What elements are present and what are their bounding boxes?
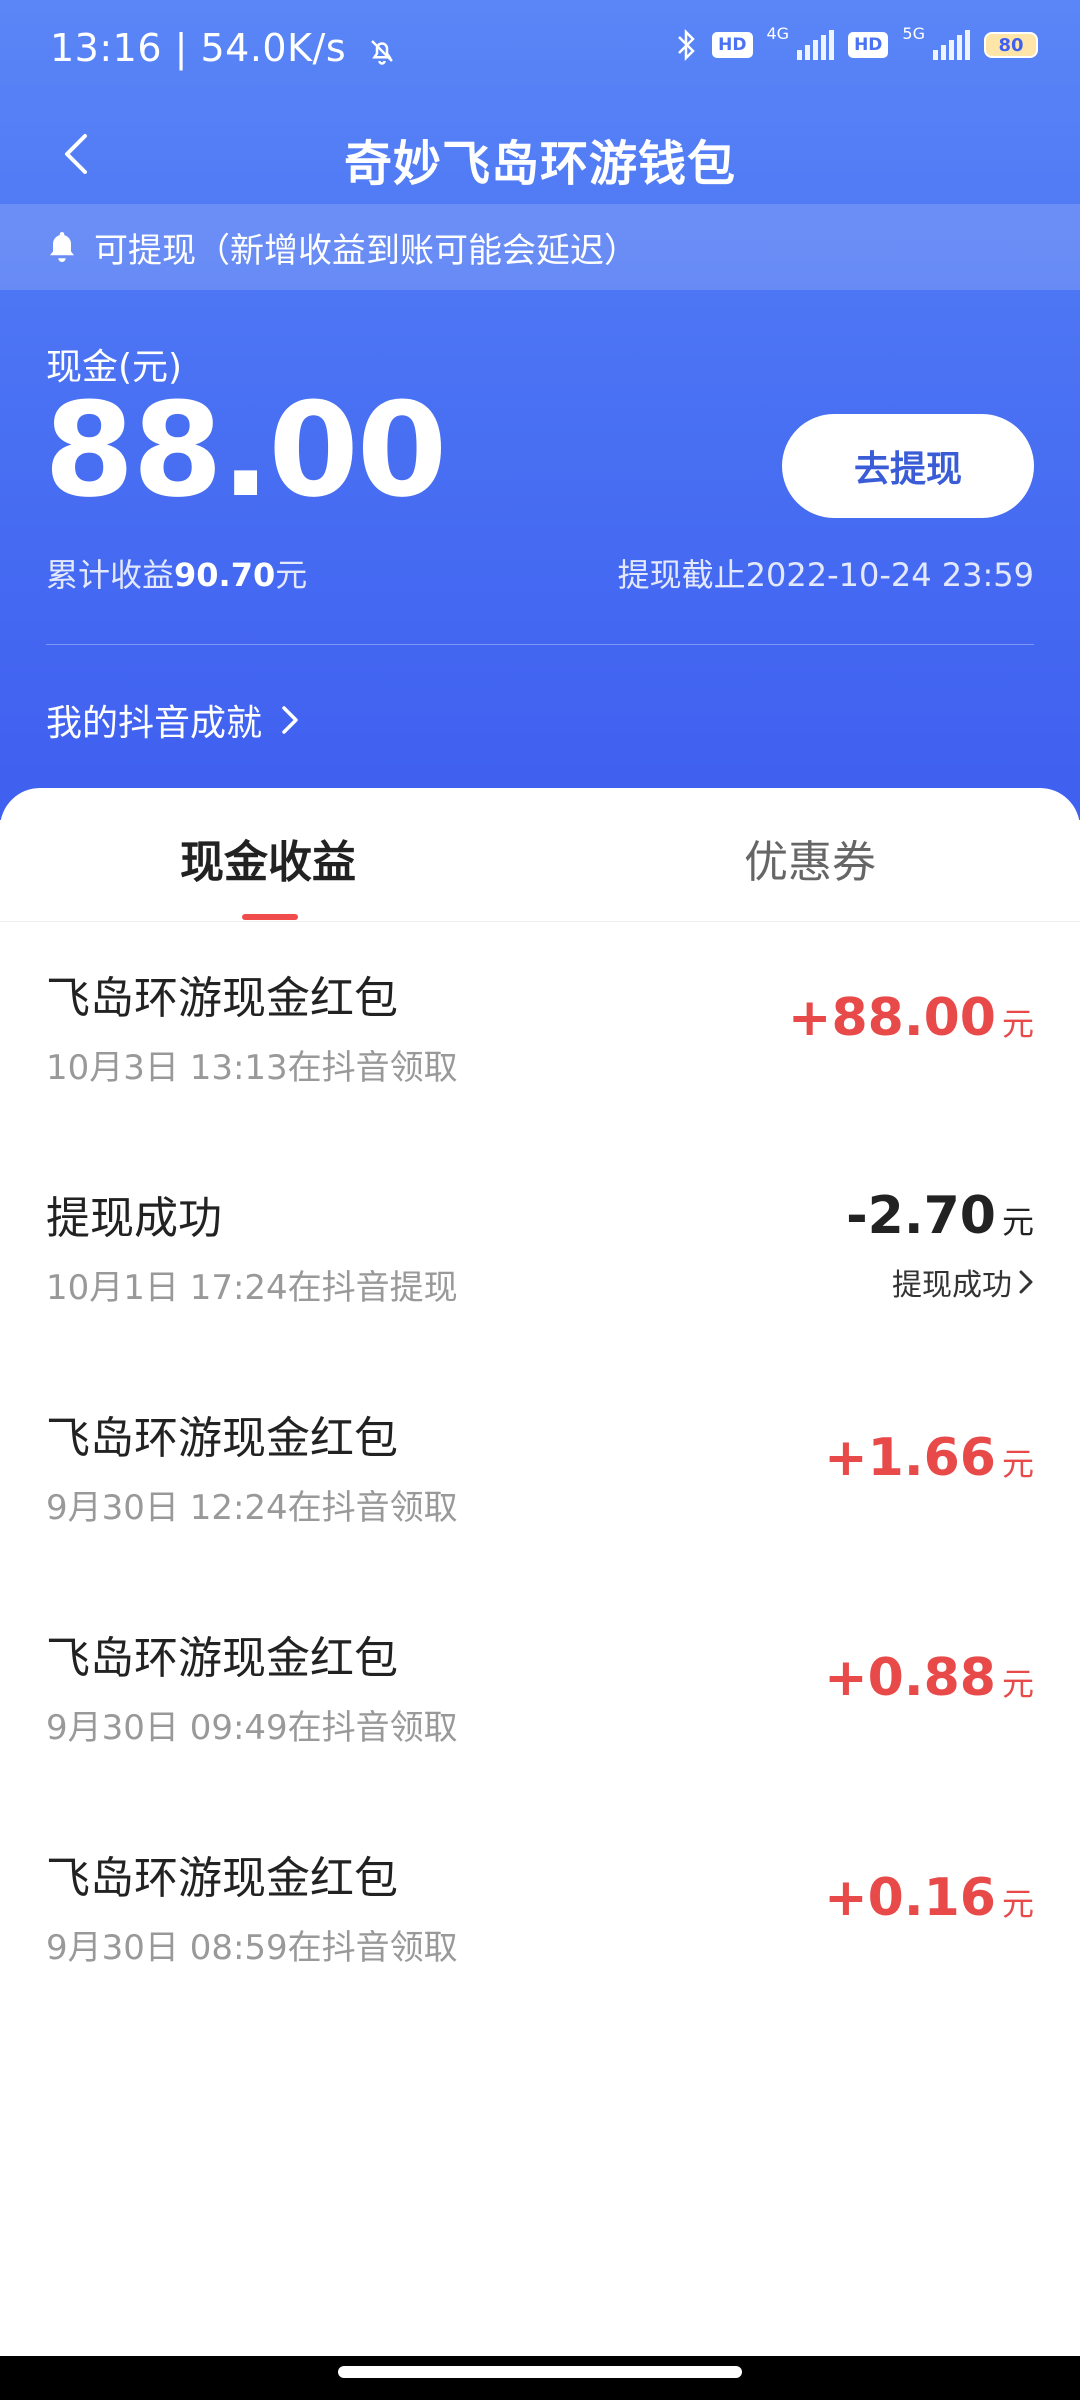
tab-bar: 现金收益 优惠券 (0, 788, 1080, 922)
status-time: 13:16 | 54.0K/s (50, 26, 397, 70)
withdraw-button[interactable]: 去提现 (782, 414, 1034, 518)
wallet-page: 13:16 | 54.0K/s HD 4G HD 5G 80 奇妙飞岛环游钱包 … (0, 0, 1080, 2400)
wallet-header-background: 13:16 | 54.0K/s HD 4G HD 5G 80 奇妙飞岛环游钱包 … (0, 0, 1080, 820)
notice-text: 可提现（新增收益到账可能会延迟） (94, 230, 638, 271)
list-item[interactable]: 提现成功 10月1日 17:24在抖音提现 -2.70 元 提现成功 (0, 1142, 1080, 1362)
navigation-bar (0, 2356, 1080, 2400)
item-title: 飞岛环游现金红包 (46, 1633, 398, 1684)
home-indicator[interactable] (338, 2366, 742, 2378)
network-5g-label: 5G (902, 23, 925, 43)
tab-coupons[interactable]: 优惠券 (744, 826, 876, 890)
cash-value: 88.00 (44, 374, 447, 526)
battery-icon: 80 (984, 32, 1038, 58)
item-amount: +0.88 元 (824, 1648, 1034, 1708)
chevron-right-icon (282, 706, 298, 734)
item-title: 提现成功 (46, 1193, 222, 1244)
withdraw-deadline: 提现截止2022-10-24 23:59 (617, 556, 1034, 594)
item-amount: +0.16 元 (824, 1868, 1034, 1928)
divider (46, 644, 1034, 645)
item-amount: -2.70 元 (846, 1186, 1034, 1246)
transaction-list: 飞岛环游现金红包 10月3日 13:13在抖音领取 +88.00 元 提现成功 1… (0, 922, 1080, 2022)
bluetooth-icon (678, 28, 695, 62)
item-subtitle: 10月1日 17:24在抖音提现 (46, 1268, 458, 1308)
my-achievements-link[interactable]: 我的抖音成就 (46, 694, 300, 746)
list-item[interactable]: 飞岛环游现金红包 10月3日 13:13在抖音领取 +88.00 元 (0, 922, 1080, 1142)
withdraw-status-link[interactable]: 提现成功 (892, 1260, 1034, 1304)
total-earnings-value: 90.70 (174, 556, 276, 594)
withdraw-notice: 可提现（新增收益到账可能会延迟） (0, 204, 1080, 290)
title-bar: 奇妙飞岛环游钱包 (0, 104, 1080, 204)
status-icons: HD 4G HD 5G 80 (674, 24, 1038, 62)
item-title: 飞岛环游现金红包 (46, 1853, 398, 1904)
earnings-card: 现金收益 优惠券 飞岛环游现金红包 10月3日 13:13在抖音领取 +88.0… (0, 788, 1080, 2400)
item-subtitle: 9月30日 08:59在抖音领取 (46, 1928, 458, 1968)
network-4g-label: 4G (766, 23, 790, 43)
item-title: 飞岛环游现金红包 (46, 1413, 398, 1464)
list-item[interactable]: 飞岛环游现金红包 9月30日 12:24在抖音领取 +1.66 元 (0, 1362, 1080, 1582)
bell-icon (50, 232, 74, 262)
signal-icon (797, 30, 835, 60)
hd-badge-2: HD (848, 32, 889, 58)
item-subtitle: 9月30日 12:24在抖音领取 (46, 1488, 458, 1528)
item-subtitle: 10月3日 13:13在抖音领取 (46, 1048, 458, 1088)
item-subtitle: 9月30日 09:49在抖音领取 (46, 1708, 458, 1748)
tab-indicator (242, 914, 298, 920)
list-item[interactable]: 飞岛环游现金红包 9月30日 09:49在抖音领取 +0.88 元 (0, 1582, 1080, 1802)
signal-icon-2 (933, 30, 970, 60)
hd-badge: HD (712, 32, 753, 58)
item-amount: +1.66 元 (824, 1428, 1034, 1488)
status-bar: 13:16 | 54.0K/s HD 4G HD 5G 80 (0, 0, 1080, 104)
total-earnings: 累计收益90.70元 (46, 556, 308, 594)
bell-off-icon (370, 39, 393, 65)
page-title: 奇妙飞岛环游钱包 (343, 136, 736, 192)
tab-cash-earnings[interactable]: 现金收益 (180, 826, 356, 890)
chevron-right-icon (1019, 1270, 1033, 1294)
list-item[interactable]: 飞岛环游现金红包 9月30日 08:59在抖音领取 +0.16 元 (0, 1802, 1080, 2022)
item-amount: +88.00 元 (787, 988, 1034, 1048)
item-title: 飞岛环游现金红包 (46, 973, 398, 1024)
